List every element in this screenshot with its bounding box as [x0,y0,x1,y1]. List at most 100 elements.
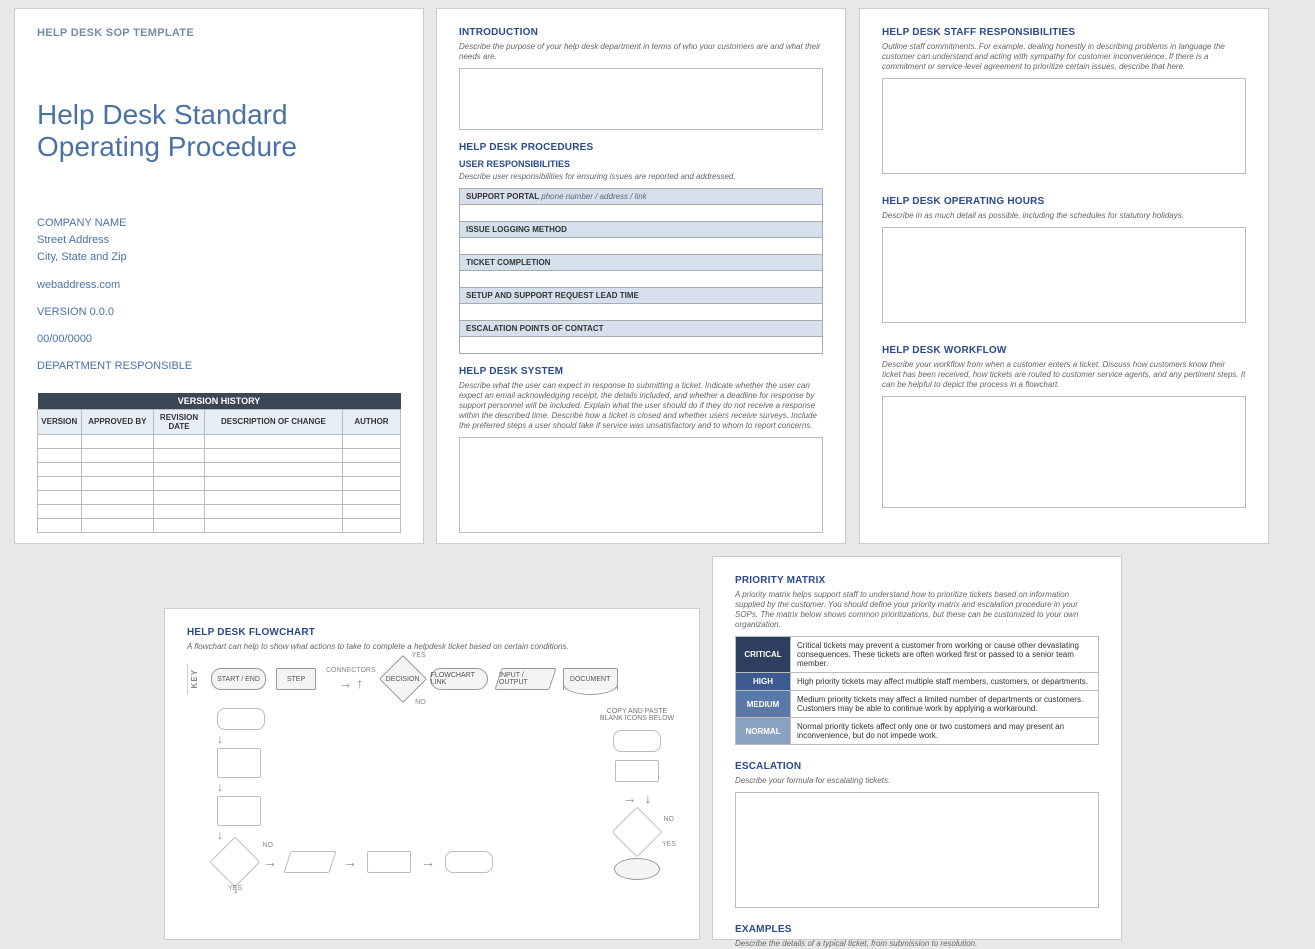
fc-step-shape[interactable] [217,748,261,778]
priority-escalation-page: PRIORITY MATRIX A priority matrix helps … [712,556,1122,940]
document-title: Help Desk Standard Operating Procedure [37,99,401,163]
intro-desc: Describe the purpose of your help desk d… [459,42,823,62]
department-line: DEPARTMENT RESPONSIBLE [37,358,401,375]
hours-head: HELP DESK OPERATING HOURS [882,196,1246,207]
flowchart-page: HELP DESK FLOWCHART A flowchart can help… [164,608,700,940]
fc-step-shape[interactable] [217,796,261,826]
escalation-desc: Describe your formula for escalating tic… [735,776,1099,786]
workflow-box[interactable] [882,396,1246,508]
proc-label: TICKET COMPLETION [466,258,550,267]
key-startend-icon: START / END [211,668,266,690]
user-resp-desc: Describe user responsibilities for ensur… [459,172,823,182]
arrow-down-icon: ↓ [217,828,223,842]
fc-yes-label: YES [228,885,242,892]
proc-row-support-portal: SUPPORT PORTAL phone number / address / … [459,188,823,222]
procedures-stack: SUPPORT PORTAL phone number / address / … [459,188,823,354]
prio-text: High priority tickets may affect multipl… [791,673,1099,691]
palette-diamond-icon[interactable] [612,807,663,858]
palette-label: COPY AND PASTE BLANK ICONS BELOW [597,708,677,722]
arrow-right-icon: → [421,854,435,870]
proc-label: SUPPORT PORTAL [466,192,539,201]
priority-matrix-table: CRITICAL Critical tickets may prevent a … [735,636,1099,745]
palette-rrect-icon[interactable] [613,730,661,752]
proc-hint: phone number / address / link [541,192,646,201]
palette-yes-label: YES [662,841,676,848]
escalation-box[interactable] [735,792,1099,908]
system-head: HELP DESK SYSTEM [459,366,823,377]
flowchart-canvas[interactable]: ↓ ↓ ↓ NO YES → → → ↓ [187,708,567,918]
flowchart-key: KEY START / END STEP CONNECTORS → ↑ YES … [187,662,677,696]
fc-io-shape[interactable] [283,851,336,873]
user-resp-head: USER RESPONSIBILITIES [459,159,823,169]
key-step-icon: STEP [276,668,316,690]
arrow-right-icon: → [338,675,352,691]
intro-box[interactable] [459,68,823,130]
template-tag: HELP DESK SOP TEMPLATE [37,27,401,39]
city-state-zip: City, State and Zip [37,249,401,266]
prio-row-normal: NORMAL Normal priority tickets affect on… [736,718,1099,745]
workflow-desc: Describe your workflow from when a custo… [882,360,1246,390]
web-address: webaddress.com [37,277,401,294]
key-yes-label: YES [412,652,426,659]
key-no-label: NO [415,699,426,706]
proc-input[interactable] [460,205,822,221]
proc-input[interactable] [460,238,822,254]
key-link-icon: FLOWCHART LINK [430,668,488,690]
prio-label: MEDIUM [736,691,791,718]
key-label: KEY [187,663,201,694]
hours-box[interactable] [882,227,1246,323]
fc-end-shape[interactable] [445,851,493,873]
proc-row-lead-time: SETUP AND SUPPORT REQUEST LEAD TIME [459,288,823,321]
escalation-head: ESCALATION [735,761,1099,772]
fc-step-shape[interactable] [367,851,411,873]
key-document-icon: DOCUMENT [563,668,618,690]
priority-head: PRIORITY MATRIX [735,575,1099,586]
proc-label: ISSUE LOGGING METHOD [466,225,567,234]
proc-input[interactable] [460,271,822,287]
staff-desc: Outline staff commitments. For example, … [882,42,1246,72]
procedures-head: HELP DESK PROCEDURES [459,142,823,153]
fc-decision-shape[interactable] [210,837,261,888]
prio-row-medium: MEDIUM Medium priority tickets may affec… [736,691,1099,718]
flowchart-palette: COPY AND PASTE BLANK ICONS BELOW → ↓ NO … [597,708,677,888]
arrow-right-icon: → [263,854,277,870]
prio-text: Critical tickets may prevent a customer … [791,637,1099,673]
palette-arrow-down-icon[interactable]: ↓ [645,790,652,806]
arrow-down-icon: ↓ [217,780,223,794]
proc-input[interactable] [460,337,822,353]
proc-input[interactable] [460,304,822,320]
prio-label: HIGH [736,673,791,691]
staff-hours-workflow-page: HELP DESK STAFF RESPONSIBILITIES Outline… [859,8,1269,544]
key-io-icon: INPUT / OUTPUT [494,668,556,690]
proc-row-ticket-completion: TICKET COMPLETION [459,255,823,288]
examples-head: EXAMPLES [735,924,1099,935]
intro-procedures-page: INTRODUCTION Describe the purpose of you… [436,8,846,544]
prio-text: Medium priority tickets may affect a lim… [791,691,1099,718]
prio-text: Normal priority tickets affect only one … [791,718,1099,745]
palette-rect-icon[interactable] [615,760,659,782]
street-address: Street Address [37,232,401,249]
fc-no-label: NO [263,842,274,849]
vh-col-author: AUTHOR [342,409,400,434]
proc-row-issue-logging: ISSUE LOGGING METHOD [459,222,823,255]
palette-ellipse-icon[interactable] [614,858,660,880]
template-cover-page: HELP DESK SOP TEMPLATE Help Desk Standar… [14,8,424,544]
company-meta: COMPANY NAME Street Address City, State … [37,215,401,374]
date-line: 00/00/0000 [37,331,401,348]
flowchart-head: HELP DESK FLOWCHART [187,627,677,638]
system-box[interactable] [459,437,823,533]
prio-row-high: HIGH High priority tickets may affect mu… [736,673,1099,691]
prio-label: CRITICAL [736,637,791,673]
vh-col-desc: DESCRIPTION OF CHANGE [204,409,342,434]
flowchart-desc: A flowchart can help to show what action… [187,642,677,652]
arrow-down-icon: ↓ [217,732,223,746]
system-desc: Describe what the user can expect in res… [459,381,823,431]
palette-arrow-right-icon[interactable]: → [623,790,637,806]
vh-col-approved: APPROVED BY [81,409,154,434]
staff-box[interactable] [882,78,1246,174]
vh-title: VERSION HISTORY [38,393,401,410]
staff-head: HELP DESK STAFF RESPONSIBILITIES [882,27,1246,38]
fc-start-shape[interactable] [217,708,265,730]
priority-desc: A priority matrix helps support staff to… [735,590,1099,630]
key-connectors-label: CONNECTORS [326,667,376,674]
